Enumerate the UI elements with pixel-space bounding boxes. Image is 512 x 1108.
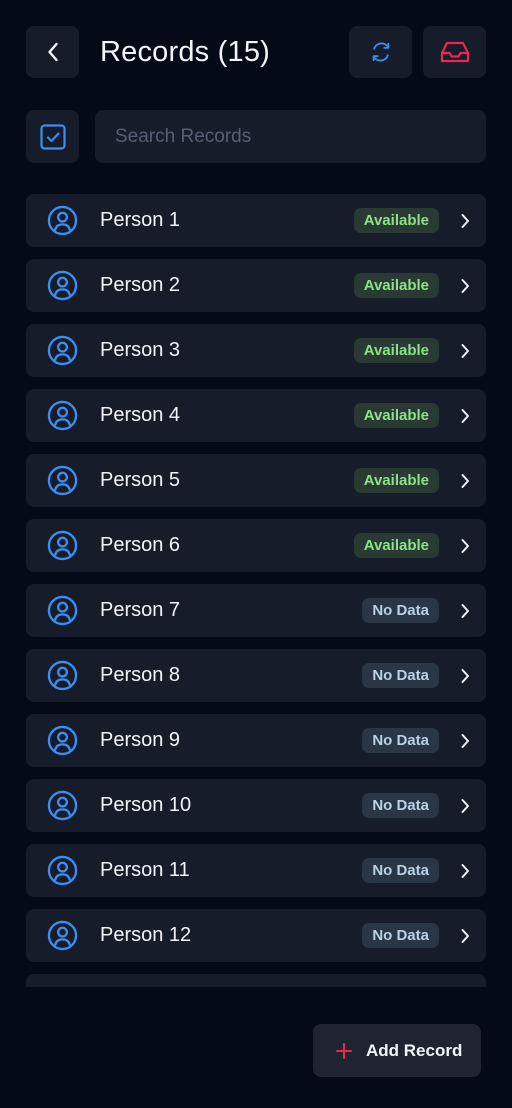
record-name: Person 9 xyxy=(100,729,181,751)
status-badge: No Data xyxy=(362,858,439,883)
user-avatar-icon xyxy=(47,530,78,561)
record-row[interactable]: Person 6 Available xyxy=(26,519,486,572)
chevron-right-icon xyxy=(461,799,469,813)
record-name: Person 4 xyxy=(100,404,181,426)
user-avatar-icon xyxy=(47,270,78,301)
refresh-button[interactable] xyxy=(349,26,412,78)
chevron-right-icon xyxy=(461,929,469,943)
record-row[interactable]: Person 8 No Data xyxy=(26,649,486,702)
header: Records (15) xyxy=(26,26,486,78)
record-row[interactable]: Person 11 No Data xyxy=(26,844,486,897)
search-box xyxy=(95,110,486,163)
records-screen: Records (15) Person 1 Available Person 2 Av… xyxy=(0,0,512,1108)
refresh-icon xyxy=(372,42,389,62)
record-name: Person 11 xyxy=(100,859,190,881)
record-name: Person 5 xyxy=(100,469,181,491)
inbox-button[interactable] xyxy=(423,26,486,78)
user-avatar-icon xyxy=(47,790,78,821)
user-avatar-icon xyxy=(47,725,78,756)
record-name: Person 10 xyxy=(100,794,192,816)
user-avatar-icon xyxy=(47,205,78,236)
user-avatar-icon xyxy=(47,465,78,496)
chevron-right-icon xyxy=(461,734,469,748)
record-name: Person 1 xyxy=(100,209,181,231)
chevron-right-icon xyxy=(461,344,469,358)
user-avatar-icon xyxy=(47,400,78,431)
status-badge: Available xyxy=(353,208,439,233)
record-name: Person 2 xyxy=(100,274,181,296)
record-row[interactable]: Person 9 No Data xyxy=(26,714,486,767)
record-row-partial[interactable] xyxy=(26,974,486,987)
status-badge: No Data xyxy=(362,598,439,623)
user-avatar-icon xyxy=(47,335,78,366)
record-name: Person 6 xyxy=(100,534,181,556)
back-button[interactable] xyxy=(26,26,79,78)
status-badge: Available xyxy=(353,403,439,428)
records-list: Person 1 Available Person 2 Available Person… xyxy=(26,194,486,987)
status-badge: No Data xyxy=(362,663,439,688)
record-row[interactable]: Person 3 Available xyxy=(26,324,486,377)
record-row[interactable]: Person 4 Available xyxy=(26,389,486,442)
select-all-checkbox[interactable] xyxy=(26,110,79,163)
record-row[interactable]: Person 7 No Data xyxy=(26,584,486,637)
chevron-right-icon xyxy=(461,409,469,423)
add-record-button[interactable]: Add Record xyxy=(313,1024,481,1077)
record-name: Person 8 xyxy=(100,664,181,686)
user-avatar-icon xyxy=(47,595,78,626)
status-badge: Available xyxy=(353,533,439,558)
user-avatar-icon xyxy=(47,855,78,886)
add-record-label: Add Record xyxy=(366,1041,463,1060)
record-row[interactable]: Person 12 No Data xyxy=(26,909,486,962)
chevron-right-icon xyxy=(461,864,469,878)
record-name: Person 3 xyxy=(100,339,181,361)
status-badge: Available xyxy=(353,338,439,363)
record-name: Person 12 xyxy=(100,924,192,946)
status-badge: Available xyxy=(353,273,439,298)
user-avatar-icon xyxy=(47,660,78,691)
status-badge: No Data xyxy=(362,728,439,753)
status-badge: Available xyxy=(353,468,439,493)
status-badge: No Data xyxy=(362,923,439,948)
record-name: Person 7 xyxy=(100,599,181,621)
chevron-right-icon xyxy=(461,279,469,293)
inbox-icon xyxy=(440,41,469,63)
checkbox-checked-icon xyxy=(39,123,66,150)
page-title: Records (15) xyxy=(100,36,271,68)
chevron-right-icon xyxy=(461,669,469,683)
record-row[interactable]: Person 2 Available xyxy=(26,259,486,312)
record-row[interactable]: Person 1 Available xyxy=(26,194,486,247)
chevron-right-icon xyxy=(461,214,469,228)
user-avatar-icon xyxy=(47,920,78,951)
status-badge: No Data xyxy=(362,793,439,818)
chevron-right-icon xyxy=(461,539,469,553)
chevron-left-icon xyxy=(47,42,58,62)
chevron-right-icon xyxy=(461,474,469,488)
chevron-right-icon xyxy=(461,604,469,618)
plus-icon xyxy=(336,1043,352,1059)
search-input[interactable] xyxy=(95,110,486,163)
record-row[interactable]: Person 10 No Data xyxy=(26,779,486,832)
record-row[interactable]: Person 5 Available xyxy=(26,454,486,507)
